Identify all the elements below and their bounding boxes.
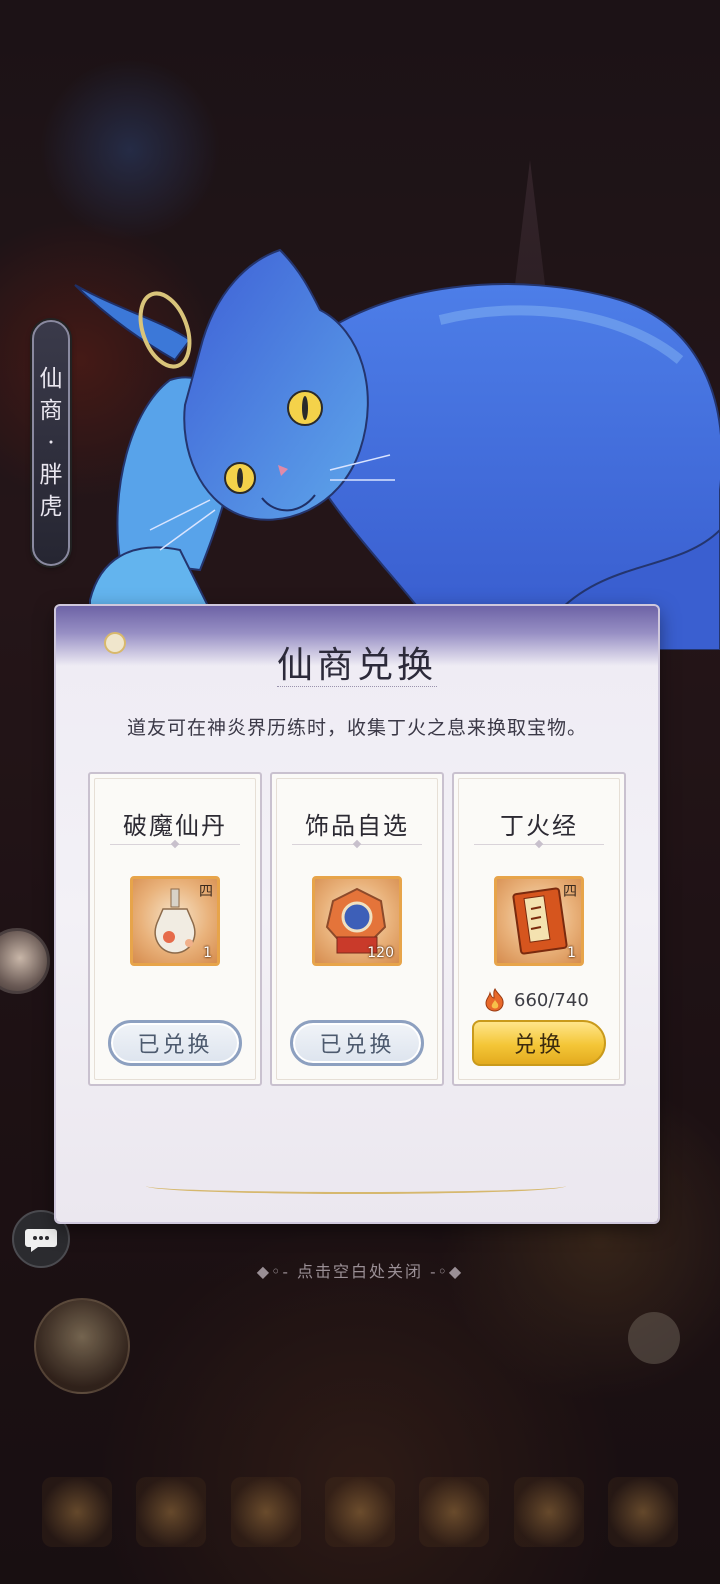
cost-display: 660/740 — [482, 987, 589, 1013]
elixir-bottle-icon[interactable]: 四 1 — [130, 876, 220, 966]
merchant-cat-illustration — [74, 248, 720, 650]
exchange-item-card: 饰品自选 120 已兑换 — [270, 772, 444, 1086]
card-divider — [292, 844, 422, 845]
item-count: 1 — [203, 945, 212, 961]
item-count: 1 — [567, 945, 576, 961]
bottom-menu-icon — [324, 1477, 395, 1547]
title-ornament — [277, 686, 437, 694]
close-hint[interactable]: ◆◦- 点击空白处关闭 -◦◆ — [0, 1258, 720, 1282]
exchange-item-card: 丁火经 四 1 660/740 兑换 — [452, 772, 626, 1086]
dialog-title: 仙商兑换 — [276, 645, 437, 686]
cost-text: 660/740 — [514, 989, 589, 1011]
fire-essence-icon — [485, 988, 504, 1012]
bottom-menu-bar — [0, 1440, 720, 1584]
item-count: 120 — [367, 945, 394, 961]
bottom-menu-icon — [513, 1477, 584, 1547]
close-hint-text: 点击空白处关闭 — [296, 1262, 423, 1281]
dialog-description: 道友可在神炎界历练时，收集丁火之息来换取宝物。 — [126, 717, 587, 739]
item-tier: 四 — [199, 884, 213, 900]
bottom-menu-icon — [419, 1477, 490, 1547]
bottom-menu-icon — [230, 1477, 301, 1547]
item-name: 饰品自选 — [305, 812, 409, 840]
redeemed-button[interactable]: 已兑换 — [290, 1020, 424, 1066]
exchange-button[interactable]: 兑换 — [472, 1020, 606, 1066]
background-shrine-icon — [34, 1298, 130, 1394]
scripture-book-icon[interactable]: 四 1 — [494, 876, 584, 966]
exchange-dialog: 仙商兑换 道友可在神炎界历练时，收集丁火之息来换取宝物。 破魔仙丹 四 1 已兑… — [56, 606, 658, 1222]
bottom-ornament — [146, 1178, 566, 1194]
item-tier: 四 — [563, 884, 577, 900]
accessory-chest-icon[interactable]: 120 — [312, 876, 402, 966]
bottom-menu-icon — [42, 1477, 113, 1547]
redeemed-button[interactable]: 已兑换 — [108, 1020, 242, 1066]
bottom-menu-icon — [136, 1477, 207, 1547]
bottom-menu-icon — [607, 1477, 678, 1547]
card-divider — [110, 844, 240, 845]
chat-bubble-icon — [25, 1229, 57, 1252]
card-divider — [474, 844, 604, 845]
item-name: 破魔仙丹 — [123, 812, 227, 840]
item-name: 丁火经 — [500, 812, 578, 840]
background-person-icon — [628, 1312, 680, 1364]
exchange-item-card: 破魔仙丹 四 1 已兑换 — [88, 772, 262, 1086]
